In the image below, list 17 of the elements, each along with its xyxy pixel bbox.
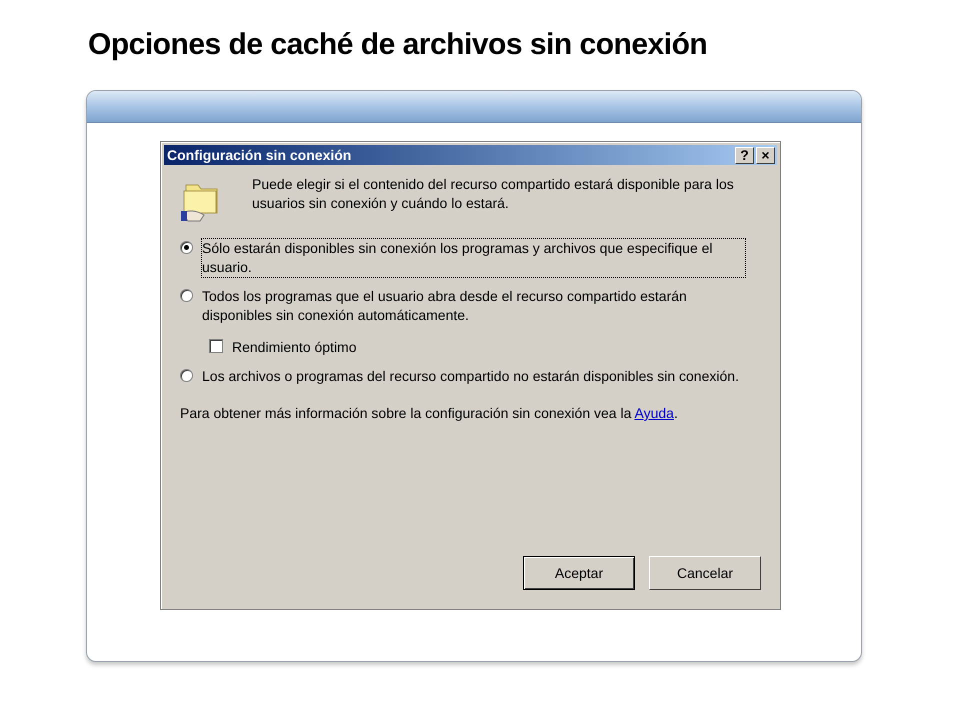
- intro-text: Puede elegir si el contenido del recurso compartido estará disponible para los usuarios sin conexión y cuándo lo estará.: [252, 175, 735, 213]
- window-title: Configuración sin conexión: [166, 146, 352, 165]
- cancel-button[interactable]: Cancelar: [649, 556, 761, 590]
- help-button[interactable]: ?: [735, 146, 754, 164]
- radio-button[interactable]: [180, 241, 193, 254]
- help-text: Para obtener más información sobre la configuración sin conexión vea la Ayuda.: [180, 404, 679, 423]
- help-link[interactable]: Ayuda: [634, 405, 674, 421]
- close-button[interactable]: ×: [756, 146, 775, 164]
- radio-button[interactable]: [180, 289, 193, 302]
- option-label: Todos los programas que el usuario abra desde el recurso compartido estarán disponibles sin conexión automáticamente.: [202, 287, 688, 325]
- option-label: Sólo estarán disponibles sin conexión los programas y archivos que especifique el usuario.: [202, 239, 745, 277]
- slide-title: Opciones de caché de archivos sin conexión: [88, 27, 708, 63]
- accept-button[interactable]: Aceptar: [523, 556, 635, 590]
- radio-button[interactable]: [180, 369, 193, 382]
- option-label: Rendimiento óptimo: [232, 338, 357, 357]
- checkbox[interactable]: [209, 339, 223, 353]
- option-label: Los archivos o programas del recurso compartido no estarán disponibles sin conexión.: [202, 367, 740, 386]
